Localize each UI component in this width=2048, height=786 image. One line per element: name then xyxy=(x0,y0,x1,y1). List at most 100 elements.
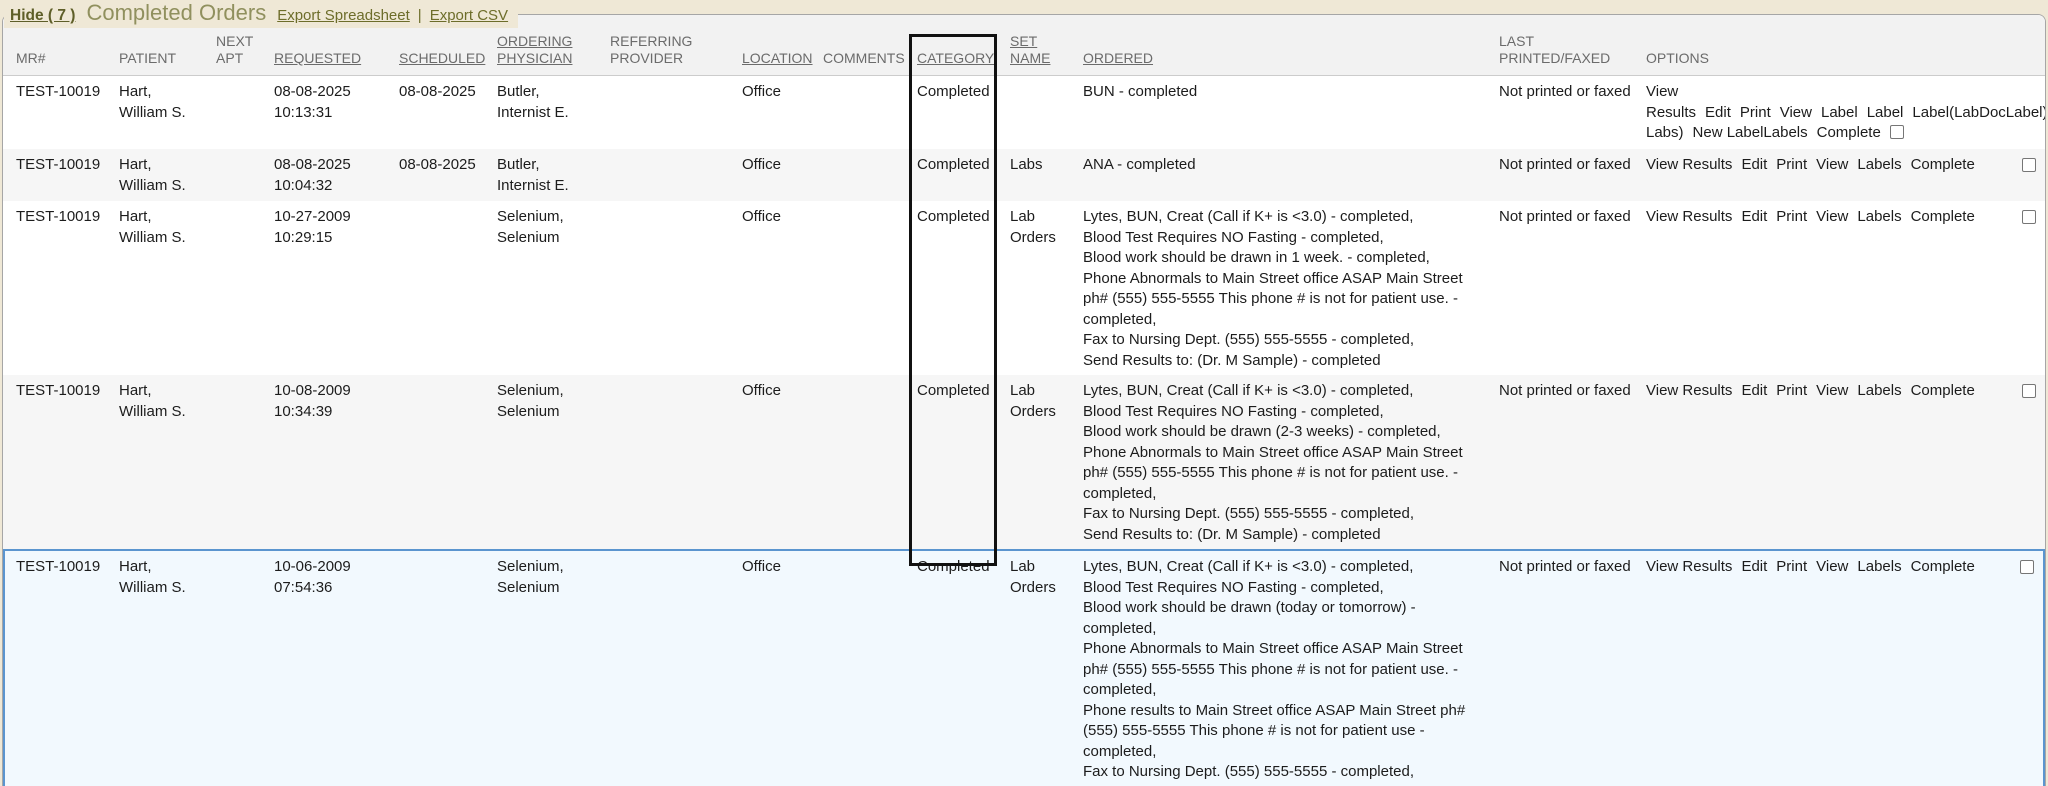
option-link-view-results[interactable]: View Results xyxy=(1646,382,1732,399)
col-header-requested[interactable]: REQUESTED xyxy=(274,50,399,75)
option-link-view[interactable]: View xyxy=(1816,156,1848,173)
cell-set-name: Lab Orders xyxy=(1010,201,1083,252)
option-link-print[interactable]: Print xyxy=(1776,208,1807,225)
cell-ordering-physician: Selenium, Selenium xyxy=(497,375,610,426)
option-link-new-label[interactable]: New Label xyxy=(1693,124,1764,141)
complete-checkbox[interactable] xyxy=(2020,560,2034,574)
col-header-patient: PATIENT xyxy=(119,50,216,75)
hide-toggle-link[interactable]: Hide ( 7 ) xyxy=(10,7,75,25)
col-header-set-name[interactable]: SET NAME xyxy=(1010,33,1083,75)
option-link-labels[interactable]: Labels xyxy=(1857,558,1901,575)
option-link-edit[interactable]: Edit xyxy=(1705,104,1731,121)
option-link-complete[interactable]: Complete xyxy=(1817,124,1881,141)
cell-ordered: BUN - completed xyxy=(1083,76,1499,107)
option-link-view-results[interactable]: View Results xyxy=(1646,83,1696,121)
complete-checkbox[interactable] xyxy=(2022,210,2036,224)
ordered-item: Lytes, BUN, Creat (Call if K+ is <3.0) -… xyxy=(1083,557,1468,578)
option-link-view-results[interactable]: View Results xyxy=(1646,156,1732,173)
option-link-label[interactable]: Label xyxy=(1867,104,1904,121)
cell-options: View Results Edit Print View Labels Complete xyxy=(1646,551,2043,582)
ordered-item: Fax to Nursing Dept. (555) 555-5555 - co… xyxy=(1083,330,1468,351)
option-link-complete[interactable]: Complete xyxy=(1911,208,1975,225)
col-header-mr: MR# xyxy=(16,50,119,75)
cell-patient: Hart, William S. xyxy=(119,551,216,602)
option-link-complete[interactable]: Complete xyxy=(1911,382,1975,399)
option-link-edit[interactable]: Edit xyxy=(1741,382,1767,399)
col-header-ordering-physician[interactable]: ORDERING PHYSICIAN xyxy=(497,33,610,75)
ordered-item: Lytes, BUN, Creat (Call if K+ is <3.0) -… xyxy=(1083,207,1468,228)
col-header-scheduled[interactable]: SCHEDULED xyxy=(399,50,497,75)
cell-comments xyxy=(823,375,917,385)
orders-table-body: TEST-10019Hart, William S.08-08-2025 10:… xyxy=(3,76,2045,786)
cell-location: Office xyxy=(742,201,823,232)
cell-ordering-physician: Butler, Internist E. xyxy=(497,149,610,200)
order-row: TEST-10019Hart, William S.10-06-2009 07:… xyxy=(3,549,2045,786)
cell-mr: TEST-10019 xyxy=(16,201,119,232)
option-link-view-results[interactable]: View Results xyxy=(1646,558,1732,575)
cell-ordered: Lytes, BUN, Creat (Call if K+ is <3.0) -… xyxy=(1083,551,1499,786)
option-link-print[interactable]: Print xyxy=(1740,104,1771,121)
cell-location: Office xyxy=(742,551,823,582)
legend-separator: | xyxy=(418,7,422,24)
cell-patient: Hart, William S. xyxy=(119,76,216,127)
cell-set-name: Lab Orders xyxy=(1010,375,1083,426)
ordered-item: Send Results to: Patient - completed xyxy=(1083,783,1468,786)
cell-category: Completed xyxy=(917,149,1010,180)
option-link-complete[interactable]: Complete xyxy=(1911,156,1975,173)
cell-set-name: Lab Orders xyxy=(1010,551,1083,602)
option-link-labels[interactable]: Labels xyxy=(1857,208,1901,225)
complete-checkbox[interactable] xyxy=(2022,384,2036,398)
panel-title: Completed Orders xyxy=(86,0,266,26)
complete-checkbox[interactable] xyxy=(1890,125,1904,139)
cell-patient: Hart, William S. xyxy=(119,149,216,200)
cell-scheduled xyxy=(399,551,497,561)
col-header-ordered[interactable]: ORDERED xyxy=(1083,50,1499,75)
cell-location: Office xyxy=(742,375,823,406)
ordered-item: Blood work should be drawn (2-3 weeks) -… xyxy=(1083,422,1468,443)
export-csv-link[interactable]: Export CSV xyxy=(430,7,508,24)
cell-last-printed-faxed: Not printed or faxed xyxy=(1499,149,1646,180)
cell-ordering-physician: Butler, Internist E. xyxy=(497,76,610,127)
option-link-print[interactable]: Print xyxy=(1776,382,1807,399)
option-link-labels[interactable]: Labels xyxy=(1857,156,1901,173)
cell-requested: 08-08-2025 10:13:31 xyxy=(274,76,399,127)
cell-comments xyxy=(823,201,917,211)
ordered-item: Blood Test Requires NO Fasting - complet… xyxy=(1083,402,1468,423)
option-link-label[interactable]: Label xyxy=(1821,104,1858,121)
option-link-print[interactable]: Print xyxy=(1776,558,1807,575)
cell-next-apt xyxy=(216,551,274,561)
option-link-labels[interactable]: Labels xyxy=(1763,124,1807,141)
order-row: TEST-10019Hart, William S.10-08-2009 10:… xyxy=(3,375,2045,549)
option-link-view[interactable]: View xyxy=(1816,558,1848,575)
cell-requested: 10-27-2009 10:29:15 xyxy=(274,201,399,252)
col-header-location[interactable]: LOCATION xyxy=(742,50,823,75)
cell-mr: TEST-10019 xyxy=(16,551,119,582)
option-link-print[interactable]: Print xyxy=(1776,156,1807,173)
col-header-category[interactable]: CATEGORY xyxy=(917,50,1010,75)
order-row: TEST-10019Hart, William S.08-08-2025 10:… xyxy=(3,76,2045,149)
ordered-item: Send Results to: (Dr. M Sample) - comple… xyxy=(1083,351,1468,372)
option-link-edit[interactable]: Edit xyxy=(1741,208,1767,225)
option-link-label-labdoclabel-[interactable]: Label(LabDocLabel) xyxy=(1912,104,2046,121)
ordered-item: Send Results to: (Dr. M Sample) - comple… xyxy=(1083,525,1468,546)
cell-ordered: ANA - completed xyxy=(1083,149,1499,180)
option-link-view[interactable]: View xyxy=(1816,382,1848,399)
option-link-complete[interactable]: Complete xyxy=(1911,558,1975,575)
option-link-edit[interactable]: Edit xyxy=(1741,156,1767,173)
cell-last-printed-faxed: Not printed or faxed xyxy=(1499,375,1646,406)
ordered-item: Blood work should be drawn in 1 week. - … xyxy=(1083,248,1468,269)
option-link-labels[interactable]: Labels xyxy=(1857,382,1901,399)
cell-comments xyxy=(823,149,917,159)
col-header-comments: COMMENTS xyxy=(823,50,917,75)
export-spreadsheet-link[interactable]: Export Spreadsheet xyxy=(277,7,410,24)
panel-legend: Hide ( 7 ) Completed Orders Export Sprea… xyxy=(4,0,518,28)
option-link-edit[interactable]: Edit xyxy=(1741,558,1767,575)
option-link-view[interactable]: View xyxy=(1816,208,1848,225)
complete-checkbox[interactable] xyxy=(2022,158,2036,172)
cell-location: Office xyxy=(742,76,823,107)
ordered-item: Phone Abnormals to Main Street office AS… xyxy=(1083,639,1468,701)
cell-last-printed-faxed: Not printed or faxed xyxy=(1499,76,1646,107)
cell-ordered: Lytes, BUN, Creat (Call if K+ is <3.0) -… xyxy=(1083,201,1499,375)
option-link-view-results[interactable]: View Results xyxy=(1646,208,1732,225)
option-link-view[interactable]: View xyxy=(1780,104,1812,121)
